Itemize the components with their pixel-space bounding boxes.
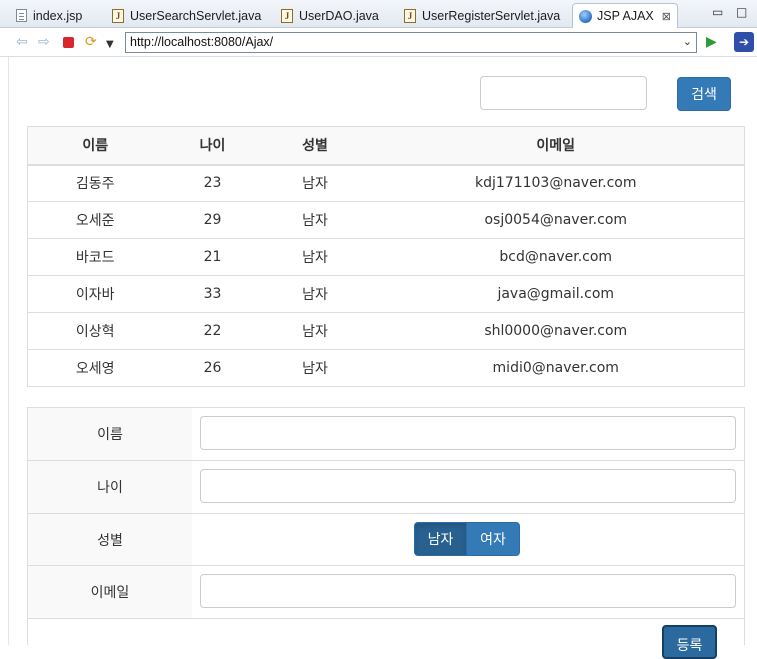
cell-name: 이자바: [27, 275, 163, 313]
browser-toolbar: ⇦ ⇨ ⟳ ▼ http://localhost:8080/Ajax/ ⌄ ▶ …: [0, 28, 757, 57]
cell-age: 26: [162, 349, 263, 387]
gender-male-button[interactable]: 남자: [414, 522, 467, 556]
cell-gender: 남자: [262, 349, 368, 387]
tab-label: UserRegisterServlet.java: [422, 8, 561, 23]
tab-index-jsp[interactable]: index.jsp: [16, 3, 82, 28]
table-row: 김동주 23 남자 kdj171103@naver.com: [27, 164, 745, 202]
cell-age: 29: [162, 201, 263, 239]
cell-age: 33: [162, 275, 263, 313]
register-form: 이름 나이 성별 남자 여자 이메일: [27, 407, 745, 645]
table-row: 오세준 29 남자 osj0054@naver.com: [27, 201, 745, 239]
tab-user-dao[interactable]: J UserDAO.java: [281, 3, 379, 28]
gender-female-button[interactable]: 여자: [467, 522, 520, 556]
back-icon[interactable]: ⇦: [16, 34, 28, 50]
tab-jsp-ajax[interactable]: JSP AJAX ⊠: [572, 3, 678, 28]
cell-name: 바코드: [27, 238, 163, 276]
java-file-icon: J: [404, 8, 416, 23]
forward-icon[interactable]: ⇨: [38, 34, 50, 50]
cell-age: 21: [162, 238, 263, 276]
cell-gender: 남자: [262, 164, 368, 202]
age-label: 나이: [28, 461, 192, 513]
chevron-down-icon[interactable]: ▼: [106, 37, 114, 53]
form-row-name: 이름: [28, 408, 744, 460]
cell-email: kdj171103@naver.com: [367, 164, 745, 202]
cell-email: midi0@naver.com: [367, 349, 745, 387]
table-row: 이상혁 22 남자 shl0000@naver.com: [27, 312, 745, 350]
email-field[interactable]: [200, 574, 736, 608]
cell-gender: 남자: [262, 312, 368, 350]
cell-gender: 남자: [262, 275, 368, 313]
name-label: 이름: [28, 408, 192, 460]
form-row-gender: 성별 남자 여자: [28, 513, 744, 565]
tab-label: JSP AJAX: [597, 9, 654, 23]
cell-email: osj0054@naver.com: [367, 201, 745, 239]
tab-label: UserSearchServlet.java: [130, 8, 262, 23]
url-text: http://localhost:8080/Ajax/: [130, 35, 274, 49]
column-header-email: 이메일: [367, 126, 745, 166]
tab-label: index.jsp: [33, 8, 83, 23]
name-field[interactable]: [200, 416, 736, 450]
maximize-icon[interactable]: □: [736, 5, 747, 19]
file-icon: [16, 9, 27, 22]
form-row-age: 나이: [28, 460, 744, 513]
users-table: 이름 나이 성별 이메일 김동주 23 남자 kdj171103@naver.c…: [27, 126, 745, 387]
search-button[interactable]: 검색: [677, 77, 731, 111]
cell-age: 23: [162, 164, 263, 202]
register-button[interactable]: 등록: [662, 625, 717, 659]
table-row: 이자바 33 남자 java@gmail.com: [27, 275, 745, 313]
url-field[interactable]: http://localhost:8080/Ajax/ ⌄: [125, 32, 697, 53]
java-file-icon: J: [281, 8, 293, 23]
cell-name: 김동주: [27, 164, 163, 202]
go-icon[interactable]: ▶: [706, 34, 717, 50]
stop-icon[interactable]: [63, 37, 74, 48]
cell-gender: 남자: [262, 238, 368, 276]
form-row-email: 이메일: [28, 565, 744, 618]
table-row: 오세영 26 남자 midi0@naver.com: [27, 349, 745, 387]
tab-label: UserDAO.java: [299, 8, 379, 23]
tab-user-register-servlet[interactable]: J UserRegisterServlet.java: [404, 3, 560, 28]
globe-icon: [579, 9, 592, 23]
column-header-gender: 성별: [262, 126, 368, 166]
table-row: 바코드 21 남자 bcd@naver.com: [27, 238, 745, 276]
column-header-age: 나이: [162, 126, 263, 166]
cell-email: shl0000@naver.com: [367, 312, 745, 350]
java-file-icon: J: [112, 8, 124, 23]
cell-email: java@gmail.com: [367, 275, 745, 313]
cell-age: 22: [162, 312, 263, 350]
email-label: 이메일: [28, 566, 192, 618]
search-input[interactable]: [480, 76, 647, 110]
tab-user-search-servlet[interactable]: J UserSearchServlet.java: [112, 3, 261, 28]
chevron-down-icon[interactable]: ⌄: [683, 35, 692, 48]
minimize-icon[interactable]: ▭: [712, 5, 723, 19]
browser-menu-icon[interactable]: ➔: [734, 32, 754, 52]
cell-name: 오세준: [27, 201, 163, 239]
gender-toggle-group: 남자 여자: [414, 522, 520, 556]
page-content: 검색 이름 나이 성별 이메일 김동주 23 남자 kdj171103@nave…: [8, 57, 757, 659]
cell-name: 오세영: [27, 349, 163, 387]
refresh-icon[interactable]: ⟳: [85, 34, 97, 50]
age-field[interactable]: [200, 469, 736, 503]
column-header-name: 이름: [27, 126, 163, 166]
form-row-submit: [28, 618, 744, 648]
editor-tab-bar: index.jsp J UserSearchServlet.java J Use…: [0, 0, 757, 28]
cell-gender: 남자: [262, 201, 368, 239]
gender-label: 성별: [28, 514, 192, 565]
close-icon[interactable]: ⊠: [662, 10, 671, 23]
cell-name: 이상혁: [27, 312, 163, 350]
cell-email: bcd@naver.com: [367, 238, 745, 276]
